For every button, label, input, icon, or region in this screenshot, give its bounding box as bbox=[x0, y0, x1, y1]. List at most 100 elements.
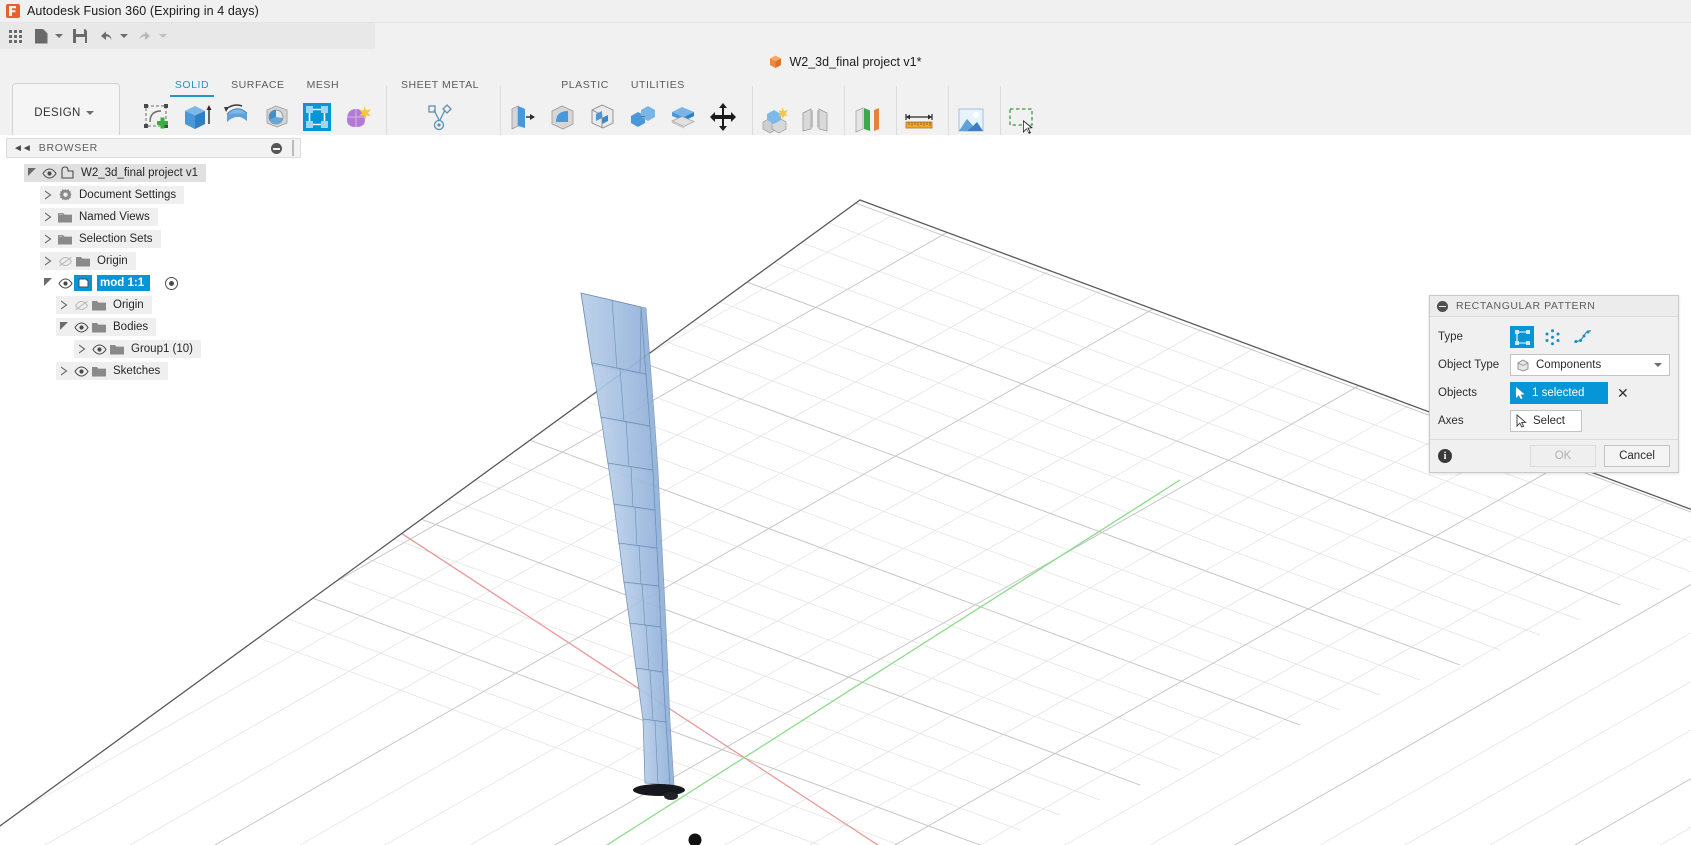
automate-button[interactable] bbox=[421, 98, 459, 136]
cursor-arrow-icon bbox=[1515, 386, 1527, 400]
visibility-eye-icon[interactable] bbox=[56, 275, 74, 291]
joint-button[interactable] bbox=[796, 101, 834, 139]
expand-collapse-toggle[interactable] bbox=[24, 165, 40, 181]
expand-collapse-toggle[interactable] bbox=[40, 275, 56, 291]
tree-item-mod-1-1[interactable]: mod 1:1 bbox=[6, 272, 301, 294]
pattern-rectangular-icon[interactable] bbox=[1510, 326, 1534, 348]
tree-item-sketches[interactable]: Sketches bbox=[6, 360, 301, 382]
save-button[interactable] bbox=[67, 24, 93, 48]
expand-collapse-toggle[interactable] bbox=[74, 341, 90, 357]
x-close-icon[interactable]: ✕ bbox=[1617, 386, 1629, 400]
tree-item-origin-component[interactable]: Origin bbox=[6, 294, 301, 316]
tree-item-root[interactable]: W2_3d_final project v1 bbox=[6, 162, 301, 184]
app-grid-button[interactable] bbox=[2, 24, 28, 48]
info-icon[interactable]: i bbox=[1438, 449, 1452, 463]
undo-arrow-icon bbox=[98, 29, 114, 43]
new-document-button[interactable] bbox=[28, 24, 67, 48]
toolbar-background bbox=[375, 23, 1691, 49]
select-tool-button[interactable] bbox=[1004, 101, 1042, 139]
visibility-eye-icon[interactable] bbox=[40, 165, 58, 181]
visibility-eye-icon[interactable] bbox=[72, 319, 90, 335]
tree-item-named-views[interactable]: Named Views bbox=[6, 206, 301, 228]
folder-icon bbox=[108, 341, 126, 357]
tree-item-selection-sets[interactable]: Selection Sets bbox=[6, 228, 301, 250]
shell-button[interactable] bbox=[584, 98, 622, 136]
dialog-footer: i OK Cancel bbox=[1430, 439, 1678, 472]
visibility-eye-icon[interactable] bbox=[90, 341, 108, 357]
move-copy-button[interactable] bbox=[704, 98, 742, 136]
folder-icon bbox=[74, 253, 92, 269]
expand-collapse-toggle[interactable] bbox=[40, 209, 56, 225]
create-sketch-button[interactable] bbox=[138, 98, 176, 136]
activate-component-radio[interactable] bbox=[165, 276, 179, 290]
tab-sheet-metal[interactable]: SHEET METAL bbox=[390, 74, 490, 95]
save-icon bbox=[73, 29, 87, 43]
combine-button[interactable] bbox=[624, 98, 662, 136]
undo-button[interactable] bbox=[93, 24, 132, 48]
chevron-down-icon[interactable] bbox=[55, 34, 63, 38]
tree-item-label: mod 1:1 bbox=[97, 275, 151, 291]
expand-collapse-toggle[interactable] bbox=[40, 253, 56, 269]
field-row-object-type: Object Type Components bbox=[1438, 351, 1670, 379]
tab-plastic[interactable]: PLASTIC bbox=[550, 74, 620, 95]
new-component-button[interactable] bbox=[756, 101, 794, 139]
tree-item-label: W2_3d_final project v1 bbox=[81, 167, 198, 179]
collapse-left-icon[interactable]: ◄◄ bbox=[13, 143, 32, 154]
cancel-button[interactable]: Cancel bbox=[1604, 445, 1670, 467]
insert-image-button[interactable] bbox=[952, 101, 990, 139]
visibility-eye-hidden-icon[interactable] bbox=[56, 253, 74, 269]
tree-item-origin-root[interactable]: Origin bbox=[6, 250, 301, 272]
workspace-switcher[interactable]: DESIGN bbox=[12, 83, 120, 143]
tab-mesh[interactable]: MESH bbox=[296, 74, 351, 95]
document-tab[interactable]: W2_3d_final project v1* bbox=[769, 55, 922, 69]
minimize-circle-icon[interactable] bbox=[271, 143, 282, 154]
pattern-circular-icon[interactable] bbox=[1540, 326, 1564, 348]
expand-collapse-toggle[interactable] bbox=[56, 363, 72, 379]
tree-item-label: Sketches bbox=[113, 365, 161, 377]
tab-utilities[interactable]: UTILITIES bbox=[620, 74, 696, 95]
visibility-eye-icon[interactable] bbox=[72, 363, 90, 379]
chevron-down-icon[interactable] bbox=[120, 34, 128, 38]
tree-item-label: Origin bbox=[113, 299, 144, 311]
extrude-button[interactable] bbox=[178, 98, 216, 136]
press-pull-button[interactable] bbox=[504, 98, 542, 136]
expand-collapse-toggle[interactable] bbox=[40, 231, 56, 247]
object-type-dropdown[interactable]: Components bbox=[1510, 354, 1670, 376]
tab-surface[interactable]: SURFACE bbox=[220, 74, 295, 95]
chevron-down-icon[interactable] bbox=[1654, 363, 1662, 367]
objects-select-button[interactable]: 1 selected bbox=[1510, 382, 1608, 404]
folder-icon bbox=[90, 297, 108, 313]
minimize-circle-icon[interactable] bbox=[1437, 300, 1448, 312]
tree-item-label: Named Views bbox=[79, 211, 150, 223]
tree-item-group1[interactable]: Group1 (10) bbox=[6, 338, 301, 360]
dialog-header: RECTANGULAR PATTERN bbox=[1430, 296, 1678, 317]
expand-collapse-toggle[interactable] bbox=[40, 187, 56, 203]
axes-value: Select bbox=[1533, 415, 1565, 427]
mesh-create-button[interactable] bbox=[298, 98, 336, 136]
chevron-down-icon[interactable] bbox=[159, 34, 167, 38]
measure-button[interactable] bbox=[900, 101, 938, 139]
tab-solid[interactable]: SOLID bbox=[164, 74, 220, 97]
component-icon bbox=[58, 165, 76, 181]
sweep-button[interactable] bbox=[258, 98, 296, 136]
tree-item-document-settings[interactable]: Document Settings bbox=[6, 184, 301, 206]
plastic-create-button[interactable] bbox=[338, 98, 376, 136]
type-option-group bbox=[1510, 326, 1594, 348]
expand-collapse-toggle[interactable] bbox=[56, 297, 72, 313]
pattern-point[interactable] bbox=[688, 833, 702, 845]
offset-face-button[interactable] bbox=[664, 98, 702, 136]
expand-collapse-toggle[interactable] bbox=[56, 319, 72, 335]
visibility-eye-hidden-icon[interactable] bbox=[72, 297, 90, 313]
redo-button[interactable] bbox=[132, 24, 171, 48]
construct-plane-button[interactable] bbox=[848, 101, 886, 139]
fillet-button[interactable] bbox=[544, 98, 582, 136]
axes-select-button[interactable]: Select bbox=[1510, 410, 1582, 432]
revolve-button[interactable] bbox=[218, 98, 256, 136]
tree-item-bodies[interactable]: Bodies bbox=[6, 316, 301, 338]
field-row-objects: Objects 1 selected ✕ bbox=[1438, 379, 1670, 407]
pattern-path-icon[interactable] bbox=[1570, 326, 1594, 348]
workspace-label: DESIGN bbox=[34, 107, 81, 119]
gear-icon bbox=[56, 187, 74, 203]
panel-resize-handle[interactable] bbox=[292, 140, 294, 156]
ok-button[interactable]: OK bbox=[1530, 445, 1596, 467]
